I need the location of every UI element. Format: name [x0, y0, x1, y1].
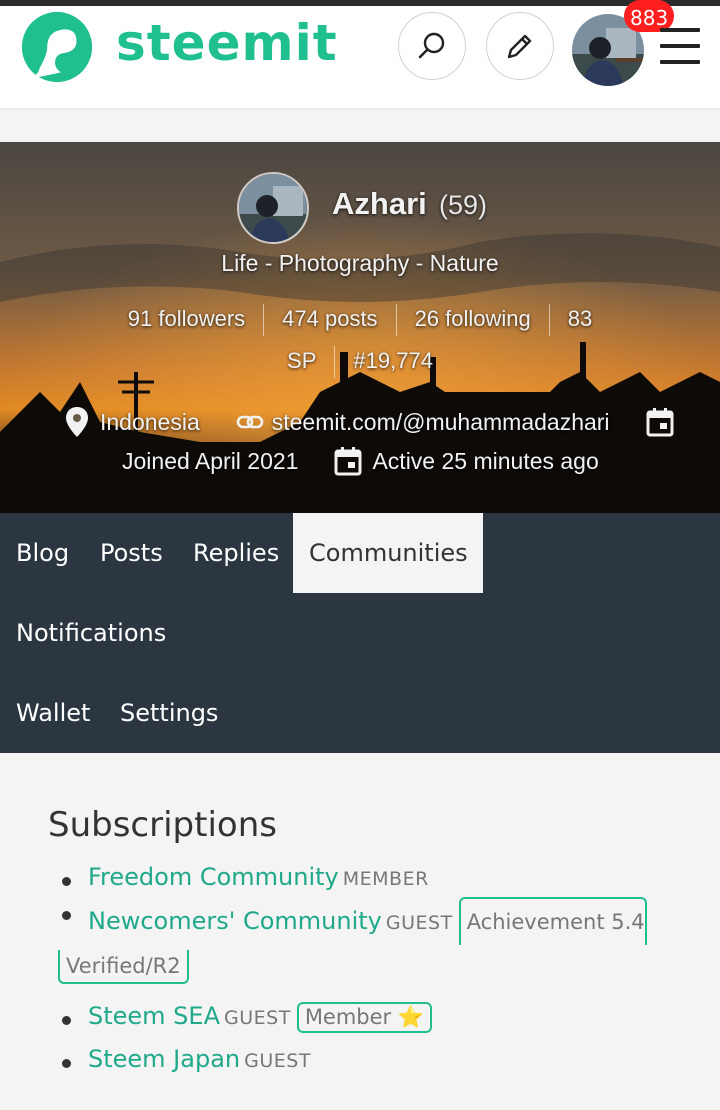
- list-item: Newcomers' Community GUEST Achievement 5.4…: [58, 897, 698, 990]
- site-header: steemit 883: [0, 0, 720, 108]
- list-item: Steem Japan GUEST: [58, 1045, 698, 1073]
- profile-tabs: Blog Posts Replies Communities Notificat…: [0, 513, 720, 753]
- location-text: Indonesia: [100, 408, 200, 435]
- community-role: GUEST: [385, 912, 453, 934]
- website-link[interactable]: steemit.com/@muhammadazhari: [272, 409, 610, 436]
- steem-power-value: 83: [567, 305, 593, 331]
- profile-about: Life - Photography - Nature: [221, 250, 499, 276]
- divider: [263, 304, 265, 336]
- last-active: Active 25 minutes ago: [372, 447, 599, 474]
- tab-notifications[interactable]: Notifications: [0, 593, 182, 673]
- communities-content: Subscriptions Freedom Community MEMBER Ne…: [0, 753, 720, 1110]
- subscriptions-list: Freedom Community MEMBER Newcomers' Commu…: [58, 863, 698, 1085]
- menu-button[interactable]: [660, 28, 700, 68]
- search-icon: [418, 32, 445, 59]
- hamburger-icon-line: [660, 60, 700, 64]
- divider: [395, 304, 397, 336]
- link-icon: [236, 415, 264, 429]
- calendar-icon: [646, 408, 674, 437]
- profile-avatar[interactable]: [237, 172, 309, 244]
- hamburger-icon-line: [660, 44, 700, 48]
- bullet: [62, 911, 71, 920]
- steem-power-unit: SP: [287, 347, 317, 373]
- joined-date: Joined April 2021: [122, 447, 299, 474]
- community-link[interactable]: Steem SEA: [88, 1002, 220, 1030]
- profile-banner: Azhari (59) Life - Photography - Nature …: [0, 142, 720, 513]
- bullet: [62, 1016, 71, 1025]
- list-item: Steem SEA GUEST Member ⭐: [58, 1002, 698, 1033]
- reputation-score: (59): [439, 190, 488, 220]
- calendar-icon: [334, 447, 362, 476]
- profile-stats-cont: SP #19,774: [0, 346, 720, 378]
- community-role: MEMBER: [342, 868, 429, 890]
- community-title-badge: Member ⭐: [296, 1002, 433, 1033]
- tab-posts[interactable]: Posts: [84, 513, 179, 593]
- profile-meta-row: Indonesia steemit.com/@muhammadazhari: [64, 406, 674, 438]
- bullet: [62, 877, 71, 886]
- community-link[interactable]: Freedom Community: [88, 863, 339, 891]
- profile-name: Azhari: [332, 186, 427, 221]
- hamburger-icon: [660, 28, 700, 32]
- steemit-logo-icon[interactable]: [18, 8, 96, 86]
- bullet: [62, 1059, 71, 1068]
- location-pin-icon: [66, 407, 88, 437]
- followers-link[interactable]: 91 followers: [128, 306, 245, 331]
- community-role: GUEST: [224, 1007, 291, 1029]
- divider: [334, 346, 336, 378]
- community-role: GUEST: [244, 1050, 311, 1072]
- community-title-badge-cont: Verified/R2: [58, 950, 189, 984]
- divider: [548, 304, 550, 336]
- tab-communities[interactable]: Communities: [293, 513, 483, 593]
- posts-count: 474 posts: [282, 305, 378, 331]
- tab-wallet[interactable]: Wallet: [0, 673, 106, 753]
- search-button[interactable]: [398, 12, 466, 80]
- write-post-button[interactable]: [486, 12, 554, 80]
- community-link[interactable]: Newcomers' Community: [88, 907, 382, 935]
- brand-wordmark[interactable]: steemit: [116, 14, 338, 72]
- community-title-badge: Achievement 5.4: [458, 897, 647, 945]
- tab-settings[interactable]: Settings: [104, 673, 234, 753]
- list-item: Freedom Community MEMBER: [58, 863, 698, 891]
- tab-replies[interactable]: Replies: [177, 513, 295, 593]
- subscriptions-heading: Subscriptions: [48, 805, 277, 845]
- profile-stats: 91 followers 474 posts 26 following 83: [0, 304, 720, 336]
- community-link[interactable]: Steem Japan: [88, 1045, 240, 1073]
- profile-meta-row-2: Joined April 2021 Active 25 minutes ago: [122, 446, 599, 476]
- tab-blog[interactable]: Blog: [0, 513, 85, 593]
- pencil-icon: [507, 34, 532, 59]
- rank: #19,774: [353, 347, 433, 373]
- following-link[interactable]: 26 following: [415, 306, 531, 331]
